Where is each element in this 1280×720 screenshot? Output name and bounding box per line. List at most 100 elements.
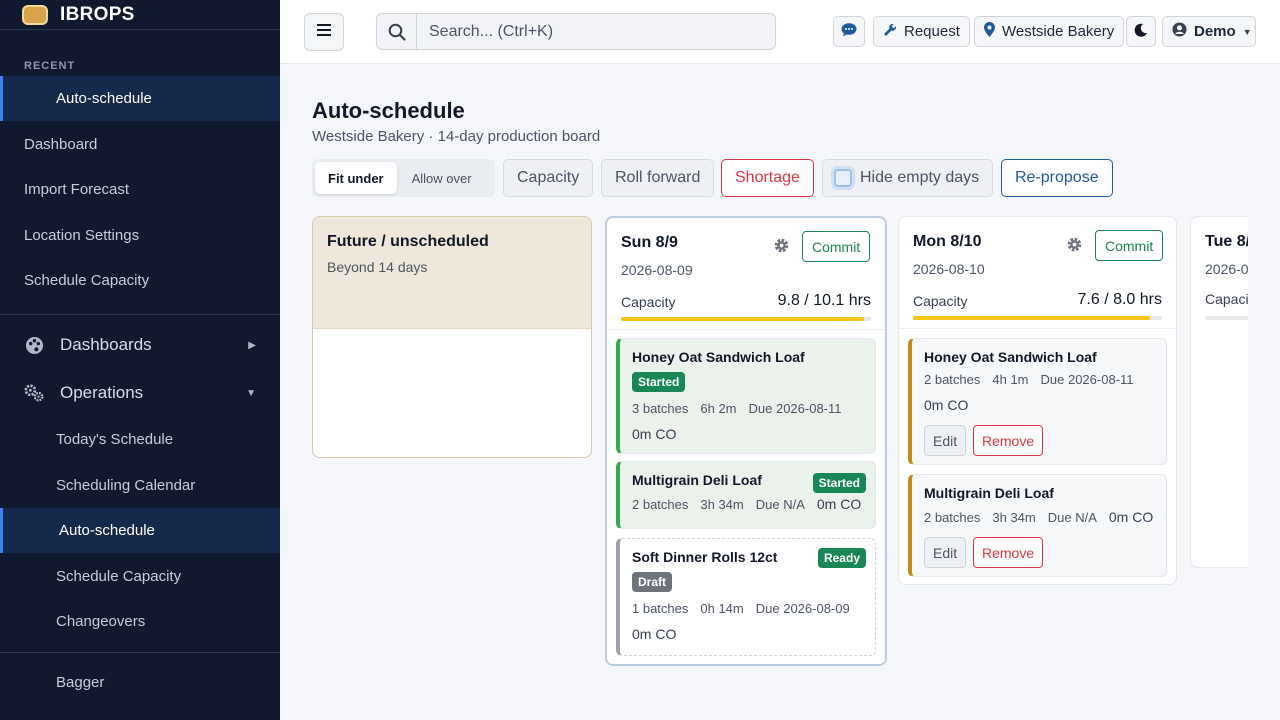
location-selector[interactable]: Westside Bakery [974,16,1125,47]
theme-toggle-button[interactable] [1126,16,1156,47]
location-label: Westside Bakery [1002,23,1115,40]
sidebar-group-dashboards[interactable]: Dashboards ▶ [0,321,280,369]
commit-button[interactable]: Commit [802,231,871,262]
map-pin-icon [984,22,995,41]
remove-button[interactable]: Remove [973,537,1044,568]
card-due: Due 2026-08-11 [1040,372,1134,387]
commit-button[interactable]: Commit [1095,230,1164,261]
palette-icon [24,335,44,355]
roll-forward-button[interactable]: Roll forward [601,159,715,197]
sidebar-group-label: Dashboards [60,335,152,354]
card-changeover: 0m CO [1108,509,1154,525]
capacity-bar [913,316,1162,320]
card-time: 6h 2m [700,401,737,416]
day-column-header: Mon 8/10 2026-08-10 Commit Capacity 7.6 … [899,217,1176,329]
sidebar-item-schedule-capacity-ops[interactable]: Schedule Capacity [0,554,280,599]
sidebar-item-schedule-capacity[interactable]: Schedule Capacity [0,258,280,303]
capacity-button[interactable]: Capacity [503,159,594,197]
card-due: Due 2026-08-09 [755,601,850,616]
sidebar-item-bagger[interactable]: Bagger [0,660,280,705]
chat-button[interactable] [833,16,865,47]
card-title: Honey Oat Sandwich Loaf [632,349,805,365]
hide-empty-days-toggle[interactable]: Hide empty days [822,159,994,197]
capacity-value: 7.6 / 8.0 hrs [1077,291,1163,308]
card-title: Honey Oat Sandwich Loaf [924,349,1097,365]
allow-over-option[interactable]: Allow over [399,162,485,194]
topbar: Request Westside Bakery Demo ▼ [280,0,1280,64]
sidebar-item-dashboard[interactable]: Dashboard [0,122,280,167]
gears-icon [24,383,44,403]
edit-button[interactable]: Edit [924,425,967,456]
card-time: 4h 1m [992,372,1029,387]
sidebar-item-todays-schedule[interactable]: Today's Schedule [0,417,280,462]
sidebar-item-scheduling-calendar[interactable]: Scheduling Calendar [0,463,280,508]
sidebar: IBROPS RECENT Auto-schedule Dashboard Im… [0,0,280,720]
search-input[interactable] [417,14,775,49]
sidebar-recent-auto-schedule[interactable]: Auto-schedule [0,76,280,121]
card-meta: 2 batches 4h 1m Due 2026-08-11 [924,372,1154,387]
gear-icon[interactable] [773,237,790,260]
menu-toggle-button[interactable] [304,13,344,51]
sidebar-item-changeovers[interactable]: Changeovers [0,599,280,644]
remove-button[interactable]: Remove [973,425,1044,456]
caret-down-icon: ▼ [246,387,256,399]
sidebar-item-location-settings[interactable]: Location Settings [0,213,280,258]
user-menu-button[interactable]: Demo ▼ [1162,16,1256,47]
sidebar-item-auto-schedule[interactable]: Auto-schedule [0,508,280,553]
capacity-label: Capacity [621,294,676,310]
sidebar-group-label: Operations [60,383,144,402]
capacity-bar-fill [913,316,1150,320]
capacity-label: Capacity [913,293,968,309]
repropose-button[interactable]: Re-propose [1001,159,1113,197]
card-changeover: 0m CO [632,426,677,442]
search-icon [377,14,417,49]
request-button[interactable]: Request [873,16,970,47]
schedule-card[interactable]: Honey Oat Sandwich Loaf 2 batches 4h 1m … [908,338,1167,465]
future-column-header: Future / unscheduled Beyond 14 days [313,217,591,329]
status-badge: Started [812,473,866,493]
draft-badge: Draft [632,572,673,592]
chat-bubble-icon [841,22,857,41]
capacity-value: 9.8 / 10.1 hrs [777,292,871,309]
card-changeover: 0m CO [816,496,862,512]
divider [0,652,280,653]
ready-badge: Ready [817,548,866,568]
schedule-card[interactable]: Honey Oat Sandwich Loaf Started 3 batche… [616,338,876,454]
day-column: Mon 8/10 2026-08-10 Commit Capacity 7.6 … [898,216,1177,585]
request-label: Request [904,23,960,40]
card-changeover: 0m CO [632,626,677,642]
wrench-icon [883,23,897,41]
edit-button[interactable]: Edit [924,537,967,568]
card-batches: 2 batches [924,509,981,525]
day-title: Tue 8/ [1205,233,1248,250]
schedule-card[interactable]: Soft Dinner Rolls 12ct Ready Draft 1 bat… [616,538,876,656]
search-box [376,13,776,50]
day-column-header: Sun 8/9 2026-08-09 Commit Capacity 9.8 /… [607,218,885,330]
fit-under-option[interactable]: Fit under [315,162,397,194]
day-column-header: Tue 8/ 2026-0 Capaci [1191,217,1248,329]
shortage-button[interactable]: Shortage [721,159,814,197]
caret-down-icon: ▼ [1242,26,1252,37]
sidebar-group-operations[interactable]: Operations ▼ [0,369,280,417]
day-column-clip: Tue 8/ 2026-0 Capaci [1190,216,1248,568]
user-label: Demo [1194,23,1236,40]
schedule-card[interactable]: Multigrain Deli Loaf 2 batches 3h 34m Du… [908,474,1167,577]
day-date: 2026-08-09 [621,262,693,278]
capacity-bar-fill [621,317,864,321]
card-meta: 2 batches 3h 34m Due N/A 0m CO [632,496,863,512]
gear-icon[interactable] [1066,236,1083,259]
capacity-bar [1205,316,1248,320]
moon-icon [1134,23,1148,41]
sidebar-item-import-forecast[interactable]: Import Forecast [0,167,280,212]
card-due: Due N/A [1047,509,1097,525]
fit-mode-toggle: Fit under Allow over [312,159,495,197]
brand[interactable]: IBROPS [0,0,280,30]
page-subtitle: Westside Bakery · 14-day production boar… [312,128,601,145]
card-time: 3h 34m [992,509,1036,525]
card-batches: 2 batches [632,496,689,512]
schedule-card[interactable]: Multigrain Deli Loaf Started 2 batches 3… [616,461,876,529]
hide-empty-checkbox[interactable] [834,169,852,187]
card-time: 0h 14m [700,601,744,616]
future-column: Future / unscheduled Beyond 14 days [312,216,592,458]
card-batches: 2 batches [924,372,981,387]
